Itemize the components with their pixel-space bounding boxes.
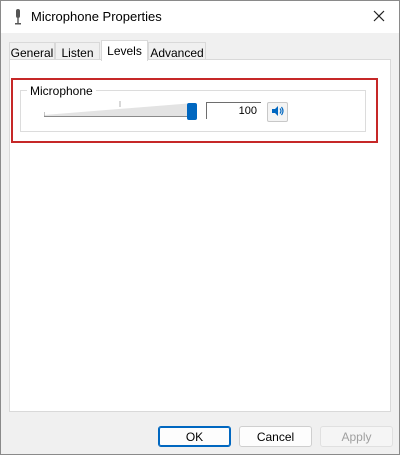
close-button[interactable] <box>359 1 399 33</box>
slider-thumb <box>187 103 197 120</box>
window-title: Microphone Properties <box>31 9 162 24</box>
close-icon <box>373 10 385 25</box>
apply-button[interactable]: Apply <box>320 426 393 447</box>
speaker-icon <box>271 105 285 120</box>
slider-track <box>44 103 194 116</box>
microphone-icon <box>13 9 23 25</box>
mute-button[interactable] <box>267 102 288 122</box>
volume-value-field[interactable]: 100 <box>206 102 261 119</box>
title-bar: Microphone Properties <box>1 1 399 33</box>
tab-levels[interactable]: Levels <box>101 40 148 61</box>
microphone-level-slider[interactable] <box>43 101 199 123</box>
microphone-group-label: Microphone <box>27 84 96 98</box>
properties-window: Microphone Properties General Listen Lev… <box>0 0 400 455</box>
cancel-button[interactable]: Cancel <box>239 426 312 447</box>
ok-button[interactable]: OK <box>158 426 231 447</box>
